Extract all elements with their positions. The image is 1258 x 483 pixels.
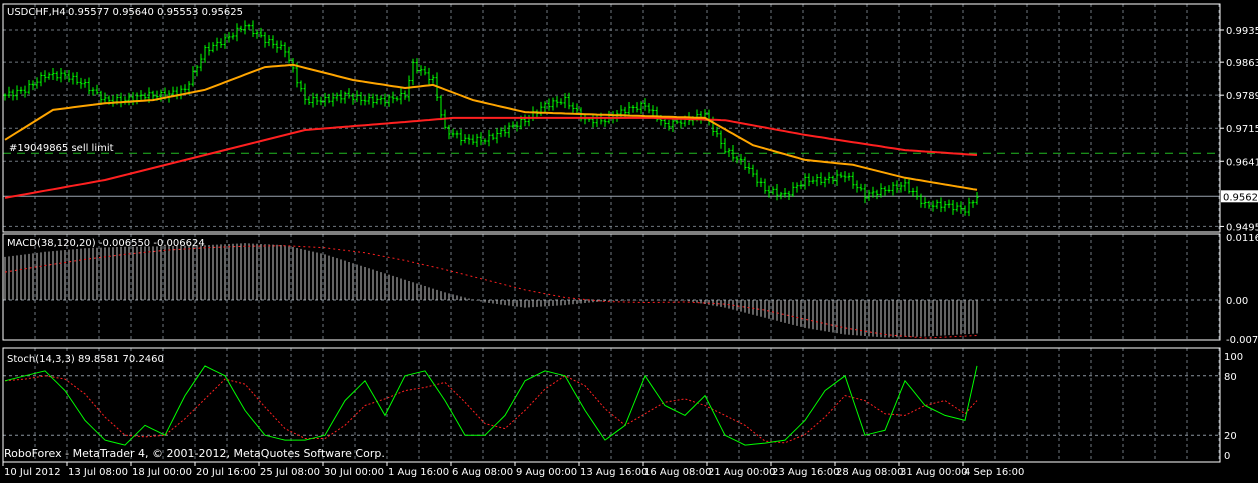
moving-average-slow	[4, 116, 978, 199]
stoch-label: Stoch(14,3,3) 89.8581 70.2460	[7, 354, 164, 365]
stoch-pane[interactable]	[4, 365, 978, 446]
macd-label: MACD(38,120,20) -0.006550 -0.006624	[7, 238, 205, 249]
moving-average-fast	[4, 63, 978, 191]
time-tick-label: 18 Jul 00:00	[132, 467, 192, 478]
price-tick-label: 0.98630	[1226, 58, 1258, 69]
time-tick-label: 13 Jul 08:00	[68, 467, 128, 478]
macd-axis-label: 0.01163	[1226, 233, 1258, 244]
macd-signal-line	[4, 245, 978, 339]
price-tick-label: 0.97890	[1226, 91, 1258, 102]
sell-limit-label[interactable]: #19049865 sell limit	[9, 143, 114, 154]
macd-axis-label: -0.0079	[1226, 335, 1258, 346]
time-tick-label: 9 Aug 00:00	[516, 467, 577, 478]
stoch-main-line	[4, 365, 978, 446]
time-tick-label: 25 Jul 08:00	[260, 467, 320, 478]
time-tick-label: 31 Aug 00:00	[900, 467, 967, 478]
time-tick-label: 4 Sep 16:00	[964, 467, 1024, 478]
time-tick-label: 30 Jul 00:00	[324, 467, 384, 478]
time-tick-label: 1 Aug 16:00	[388, 467, 449, 478]
ohlc-label: 0.95577 0.95640 0.95553 0.95625	[68, 7, 243, 18]
price-tick-label: 0.99350	[1226, 26, 1258, 37]
stoch-axis-label: 0	[1224, 451, 1230, 462]
macd-axis-label: 0.00	[1226, 296, 1248, 307]
time-tick-label: 10 Jul 2012	[4, 467, 61, 478]
axes: 0.99350 0.98630 0.97890 0.97150 0.96410 0.949…	[2, 26, 1258, 478]
time-tick-label: 21 Aug 00:00	[708, 467, 775, 478]
symbol-label: USDCHF,H4	[7, 7, 66, 18]
grid	[3, 4, 1220, 462]
trading-chart[interactable]: USDCHF,H4 0.95577 0.95640 0.95553 0.9562…	[0, 0, 1258, 479]
time-tick-label: 23 Aug 16:00	[772, 467, 839, 478]
stoch-axis-label: 20	[1224, 431, 1237, 442]
time-tick-label: 13 Aug 16:00	[580, 467, 647, 478]
price-tick-label: 0.97150	[1226, 124, 1258, 135]
price-tick-label: 0.96410	[1226, 157, 1258, 168]
time-tick-label: 20 Jul 16:00	[196, 467, 256, 478]
copyright-footer: RoboForex - MetaTrader 4, © 2001-2012, M…	[4, 447, 385, 460]
time-tick-label: 28 Aug 08:00	[836, 467, 903, 478]
time-tick-label: 6 Aug 08:00	[452, 467, 513, 478]
current-price-label: 0.95625	[1223, 192, 1258, 203]
stoch-axis-label: 100	[1224, 352, 1243, 363]
stoch-axis-label: 80	[1224, 372, 1237, 383]
time-tick-label: 16 Aug 08:00	[644, 467, 711, 478]
price-pane[interactable]	[3, 20, 979, 217]
macd-pane[interactable]	[4, 243, 978, 339]
price-tick-label: 0.94950	[1226, 222, 1258, 233]
